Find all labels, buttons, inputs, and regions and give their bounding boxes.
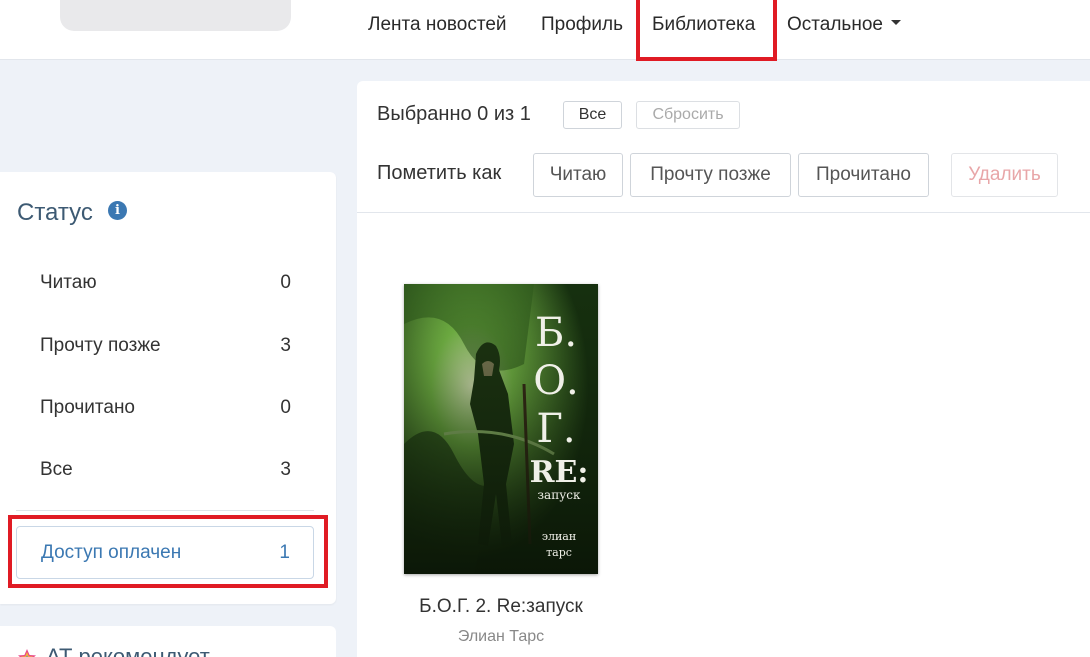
caret-down-icon xyxy=(890,20,901,26)
book-author[interactable]: Элиан Тарс xyxy=(356,628,646,646)
recommend-title: АТ рекомендует xyxy=(46,644,210,657)
top-navbar: Лента новостей Профиль Библиотека Осталь… xyxy=(0,0,1090,60)
nav-more-label: Остальное xyxy=(787,14,883,35)
mark-reading-button[interactable]: Читаю xyxy=(533,153,623,197)
info-icon[interactable]: i xyxy=(108,201,127,220)
nav-more[interactable]: Остальное xyxy=(787,0,901,50)
panel-divider xyxy=(357,212,1090,213)
select-all-button[interactable]: Все xyxy=(563,101,622,129)
sidebar-item-read-later[interactable]: Прочту позже 3 xyxy=(16,321,314,371)
nav-profile[interactable]: Профиль xyxy=(541,0,623,50)
sidebar-title: Статус xyxy=(17,199,93,226)
cover-subtitle: RE: xyxy=(530,455,589,490)
cover-title-letter-3: Г. xyxy=(536,406,575,452)
sidebar-item-label: Читаю xyxy=(40,272,97,293)
nav-news-feed[interactable]: Лента новостей xyxy=(368,0,507,50)
cover-author-1: элиан xyxy=(542,530,576,543)
avatar[interactable] xyxy=(60,0,291,31)
sidebar-item-label: Прочитано xyxy=(40,397,135,418)
delete-button[interactable]: Удалить xyxy=(951,153,1058,197)
star-icon xyxy=(18,649,36,657)
sidebar-item-label: Доступ оплачен xyxy=(41,542,182,563)
sidebar-item-count: 3 xyxy=(280,335,291,356)
cover-title-letter-2: О. xyxy=(533,358,579,404)
recommend-card: АТ рекомендует xyxy=(0,626,336,657)
book-title[interactable]: Б.О.Г. 2. Re:запуск xyxy=(356,596,646,618)
book-cover[interactable]: Б. О. Г. RE: запуск элиан тарс xyxy=(404,284,598,574)
sidebar-item-count: 0 xyxy=(280,272,291,293)
cover-author-2: тарс xyxy=(546,546,572,559)
sidebar-item-count: 0 xyxy=(280,397,291,418)
sidebar-item-count: 1 xyxy=(279,542,290,563)
status-sidebar: Статус i Читаю 0 Прочту позже 3 Прочитан… xyxy=(0,172,336,604)
library-panel: Выбранно 0 из 1 Все Сбросить Пометить ка… xyxy=(357,81,1090,657)
sidebar-item-label: Прочту позже xyxy=(40,335,161,356)
book-cover-art: Б. О. Г. RE: запуск элиан тарс xyxy=(404,284,598,574)
sidebar-item-count: 3 xyxy=(280,459,291,480)
sidebar-item-finished[interactable]: Прочитано 0 xyxy=(16,383,314,433)
mark-as-label: Пометить как xyxy=(377,162,502,184)
sidebar-divider xyxy=(16,510,314,511)
sidebar-item-paid-access[interactable]: Доступ оплачен 1 xyxy=(16,526,314,579)
selection-counter: Выбранно 0 из 1 xyxy=(377,103,531,125)
nav-library[interactable]: Библиотека xyxy=(652,0,756,50)
sidebar-item-label: Все xyxy=(40,459,73,480)
sidebar-item-all[interactable]: Все 3 xyxy=(16,445,314,495)
cover-title-letter-1: Б. xyxy=(535,310,577,356)
mark-read-later-button[interactable]: Прочту позже xyxy=(630,153,791,197)
mark-finished-button[interactable]: Прочитано xyxy=(798,153,929,197)
cover-subtitle-2: запуск xyxy=(538,488,581,502)
reset-selection-button[interactable]: Сбросить xyxy=(636,101,740,129)
sidebar-item-reading[interactable]: Читаю 0 xyxy=(16,258,314,308)
